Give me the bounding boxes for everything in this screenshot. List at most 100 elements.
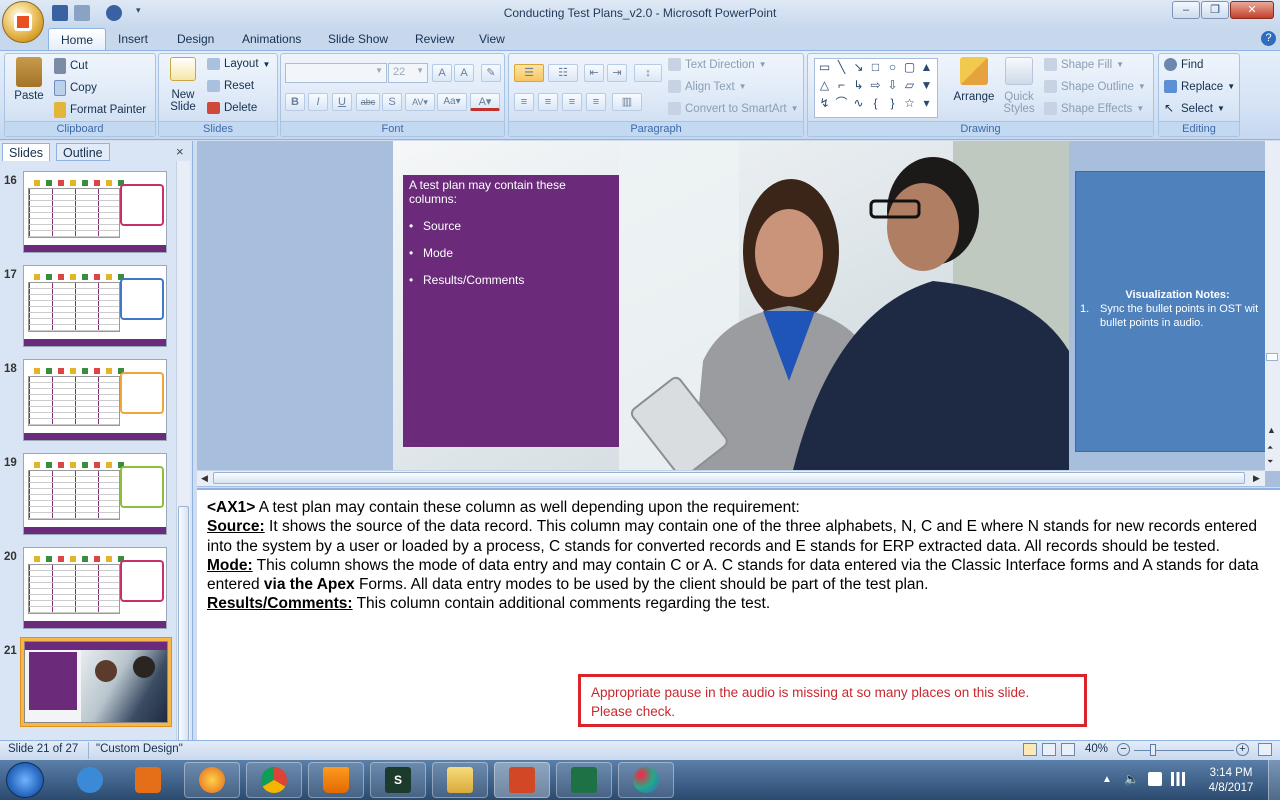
visualization-notes-box[interactable]: Visualization Notes: 1. Sync the bullet … [1075, 171, 1280, 452]
paste-button[interactable]: Paste [12, 57, 46, 102]
system-clock[interactable]: 3:14 PM 4/8/2017 [1196, 766, 1266, 796]
tab-outline[interactable]: Outline [56, 143, 110, 161]
character-spacing-button[interactable]: AV▾ [405, 93, 435, 111]
next-slide-icon[interactable]: ⏷ [1267, 457, 1273, 467]
tab-insert[interactable]: Insert [106, 28, 160, 50]
review-comment-box[interactable]: Appropriate pause in the audio is missin… [578, 674, 1087, 727]
slide-sorter-icon[interactable] [1042, 743, 1056, 756]
taskbar-vlc[interactable] [308, 762, 364, 798]
rounded-rect-shape-icon[interactable]: ▢ [903, 61, 916, 74]
scroll-up-icon[interactable]: ▲ [1267, 425, 1276, 435]
tab-slide-show[interactable]: Slide Show [316, 28, 400, 50]
bullets-button[interactable]: ☰ [514, 64, 544, 82]
zoom-out-icon[interactable]: − [1117, 743, 1130, 756]
convert-smartart-button[interactable]: Convert to SmartArt ▼ [668, 102, 799, 115]
signal-icon[interactable] [1171, 772, 1185, 786]
shrink-font-button[interactable]: A [454, 64, 474, 82]
slides-pane-scroll-thumb[interactable] [178, 506, 189, 751]
taskbar-paint[interactable] [618, 762, 674, 798]
align-text-button[interactable]: Align Text ▼ [668, 80, 747, 93]
line-shape-icon[interactable]: ╲ [835, 61, 848, 74]
star-shape-icon[interactable]: ☆ [903, 97, 916, 110]
show-desktop-button[interactable] [1268, 760, 1280, 800]
copy-button[interactable]: Copy [54, 80, 97, 96]
slide-vertical-scrollbar[interactable]: ▲ ⏶ ⏷ [1265, 141, 1280, 471]
shape-outline-button[interactable]: Shape Outline ▼ [1044, 80, 1146, 93]
shape-fill-button[interactable]: Shape Fill ▼ [1044, 58, 1124, 71]
slide-thumbnail-19[interactable] [23, 453, 167, 535]
brace-left-icon[interactable]: { [869, 97, 882, 110]
brace-right-icon[interactable]: } [886, 97, 899, 110]
tab-design[interactable]: Design [165, 28, 226, 50]
down-arrow-shape-icon[interactable]: ⇩ [886, 79, 899, 92]
tab-slides[interactable]: Slides [2, 143, 51, 161]
strikethrough-button[interactable]: abc [356, 93, 380, 111]
slide-thumbnail-17[interactable] [23, 265, 167, 347]
gallery-more-icon[interactable]: ▾ [920, 97, 933, 110]
cut-button[interactable]: Cut [54, 58, 88, 74]
taskbar-powerpoint[interactable] [494, 762, 550, 798]
select-button[interactable]: ↖ Select ▼ [1164, 102, 1225, 115]
shape-effects-button[interactable]: Shape Effects ▼ [1044, 102, 1144, 115]
increase-indent-button[interactable]: ⇥ [607, 64, 627, 82]
help-icon[interactable]: ? [1261, 31, 1276, 46]
maximize-button[interactable]: ❐ [1201, 1, 1229, 19]
zoom-slider-thumb[interactable] [1150, 744, 1156, 756]
wave-shape-icon[interactable]: ∿ [852, 97, 865, 110]
align-left-button[interactable]: ≡ [514, 93, 534, 111]
change-case-button[interactable]: Aa▾ [437, 93, 467, 111]
tab-review[interactable]: Review [403, 28, 466, 50]
clear-formatting-button[interactable]: ✎ [481, 64, 501, 82]
network-icon[interactable] [1148, 772, 1162, 786]
shapes-gallery[interactable]: ▭ ╲ ↘ □ ○ ▢ ▲ △ ⌐ ↳ ⇨ ⇩ ▱ ▼ ↯ ⌒ ∿ {} ☆ ▾ [814, 58, 938, 118]
zoom-level[interactable]: 40% [1085, 743, 1108, 755]
minimize-button[interactable]: – [1172, 1, 1200, 19]
gallery-down-icon[interactable]: ▼ [920, 79, 933, 92]
tab-view[interactable]: View [467, 28, 517, 50]
fit-to-window-icon[interactable] [1258, 743, 1272, 756]
gallery-up-icon[interactable]: ▲ [920, 61, 933, 74]
start-button[interactable] [6, 762, 44, 798]
quick-styles-button[interactable]: Quick Styles [1000, 57, 1038, 115]
taskbar-media[interactable] [120, 762, 176, 798]
taskbar-excel[interactable] [556, 762, 612, 798]
slide-thumbnail-16[interactable] [23, 171, 167, 253]
text-direction-button[interactable]: Text Direction ▼ [668, 58, 767, 71]
pane-close-icon[interactable]: × [176, 144, 184, 159]
justify-button[interactable]: ≡ [586, 93, 606, 111]
decrease-indent-button[interactable]: ⇤ [584, 64, 604, 82]
tab-animations[interactable]: Animations [230, 28, 313, 50]
slide-thumbnail-21-selected[interactable] [20, 637, 172, 727]
font-color-button[interactable]: A▾ [470, 93, 500, 111]
curve-connector-icon[interactable]: ↳ [852, 79, 865, 92]
volume-icon[interactable]: 🔈 [1124, 772, 1139, 786]
lightning-shape-icon[interactable]: ↯ [818, 97, 831, 110]
arrow-line-shape-icon[interactable]: ↘ [852, 61, 865, 74]
textbox-shape-icon[interactable]: ▭ [818, 61, 831, 74]
rectangle-shape-icon[interactable]: □ [869, 61, 882, 74]
triangle-shape-icon[interactable]: △ [818, 79, 831, 92]
delete-button[interactable]: Delete [207, 102, 257, 114]
horizontal-scroll-thumb[interactable] [213, 472, 1245, 484]
columns-button[interactable]: ▥ [612, 93, 642, 111]
elbow-connector-icon[interactable]: ⌐ [835, 79, 848, 92]
arc-shape-icon[interactable]: ⌒ [835, 97, 848, 110]
flowchart-shape-icon[interactable]: ▱ [903, 79, 916, 92]
reset-button[interactable]: Reset [207, 80, 254, 92]
slide-scroll-thumb[interactable] [1266, 353, 1278, 361]
prev-slide-icon[interactable]: ⏶ [1267, 443, 1273, 453]
slideshow-view-icon[interactable] [1061, 743, 1075, 756]
new-slide-button[interactable]: New Slide [164, 57, 202, 113]
oval-shape-icon[interactable]: ○ [886, 61, 899, 74]
layout-button[interactable]: Layout ▼ [207, 58, 270, 70]
arrange-button[interactable]: Arrange [950, 57, 998, 103]
normal-view-icon[interactable] [1023, 743, 1037, 756]
taskbar-explorer[interactable] [432, 762, 488, 798]
italic-button[interactable]: I [308, 93, 328, 111]
replace-button[interactable]: Replace ▼ [1164, 80, 1235, 93]
close-button[interactable]: ✕ [1230, 1, 1274, 19]
slide-thumbnail-20[interactable] [23, 547, 167, 629]
grow-font-button[interactable]: A [432, 64, 452, 82]
taskbar-firefox[interactable] [184, 762, 240, 798]
tab-home[interactable]: Home [48, 28, 107, 50]
